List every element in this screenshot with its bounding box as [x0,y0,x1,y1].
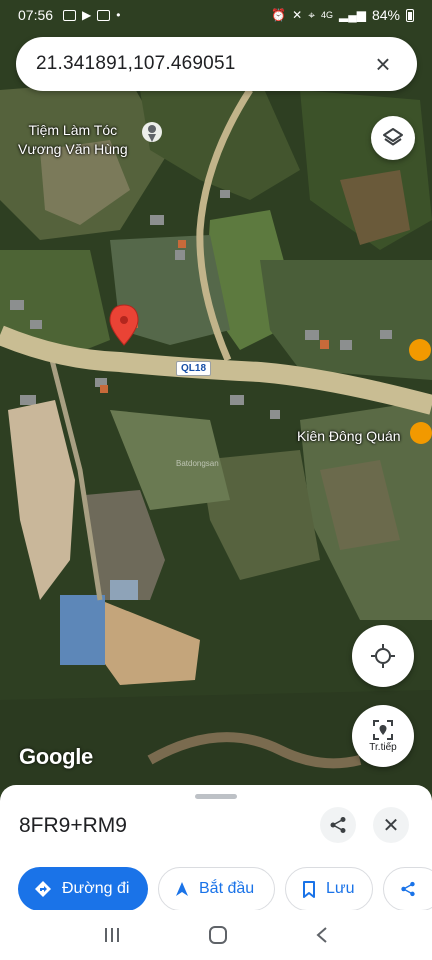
battery-icon [406,8,414,22]
start-label: Bắt đầu [199,880,255,897]
road-shield: QL18 [176,361,212,376]
gallery-icon [63,9,77,21]
place-sheet[interactable]: 8FR9+RM9 ✕ Đường đi Bắt đầu Lưu [0,785,432,911]
signal-icon: ▂▄▆ [339,8,366,22]
share-icon [401,881,415,897]
start-icon [176,882,188,896]
share-icon [330,817,346,833]
poi-label-shop[interactable]: Tiệm Làm Tóc Vương Văn Hùng [18,121,128,159]
home-button[interactable] [208,925,228,945]
google-logo: Google [19,744,93,769]
navigation-icon [373,720,393,740]
recent-apps-icon [105,928,120,942]
notification-icon [97,9,111,21]
start-button[interactable]: Bắt đầu [158,867,275,911]
home-icon [208,926,227,944]
youtube-icon: ▶ [82,8,92,22]
close-icon: ✕ [382,814,400,837]
close-icon[interactable]: × [369,50,397,78]
poi-label-shop-line2: Vương Văn Hùng [18,141,128,157]
plus-code: 8FR9+RM9 [19,814,127,837]
navigation-button[interactable]: Tr.tiếp [352,705,414,767]
action-chips: Đường đi Bắt đầu Lưu [18,867,432,911]
location-icon: ⌖ [308,8,315,22]
my-location-button[interactable] [352,625,414,687]
dot-icon: • [116,8,121,22]
directions-label: Đường đi [62,880,130,897]
back-icon [316,927,327,943]
navigation-label: Tr.tiếp [369,742,397,753]
share-button[interactable] [320,807,356,843]
system-nav-bar [0,910,432,960]
share-chip[interactable] [383,867,432,911]
save-button[interactable]: Lưu [285,867,373,911]
close-sheet-button[interactable]: ✕ [373,807,409,843]
search-input[interactable]: 21.341891,107.469051 [36,53,369,75]
save-label: Lưu [326,880,355,897]
recent-apps-button[interactable] [103,927,121,943]
network-type-icon: 4G [320,10,333,20]
back-button[interactable] [315,926,329,944]
my-location-icon [371,644,395,668]
poi-label-restaurant[interactable]: Kiên Đông Quán [297,427,401,446]
battery-percent: 84% [371,7,400,23]
mute-icon: ✕ [292,8,303,22]
watermark: Batdongsan [176,459,219,468]
status-bar: 07:56 ▶ • ⏰ ✕ ⌖ 4G ▂▄▆ 84% [0,0,432,30]
alarm-icon: ⏰ [271,8,287,22]
bookmark-icon [303,880,315,898]
poi-label-shop-line1: Tiệm Làm Tóc [28,122,118,138]
directions-button[interactable]: Đường đi [18,867,148,911]
drag-handle[interactable] [195,794,237,799]
layers-button[interactable] [371,116,415,160]
status-time: 07:56 [18,7,54,23]
search-bar[interactable]: 21.341891,107.469051 × [16,37,417,91]
layers-icon [383,128,403,146]
directions-icon [35,881,51,897]
